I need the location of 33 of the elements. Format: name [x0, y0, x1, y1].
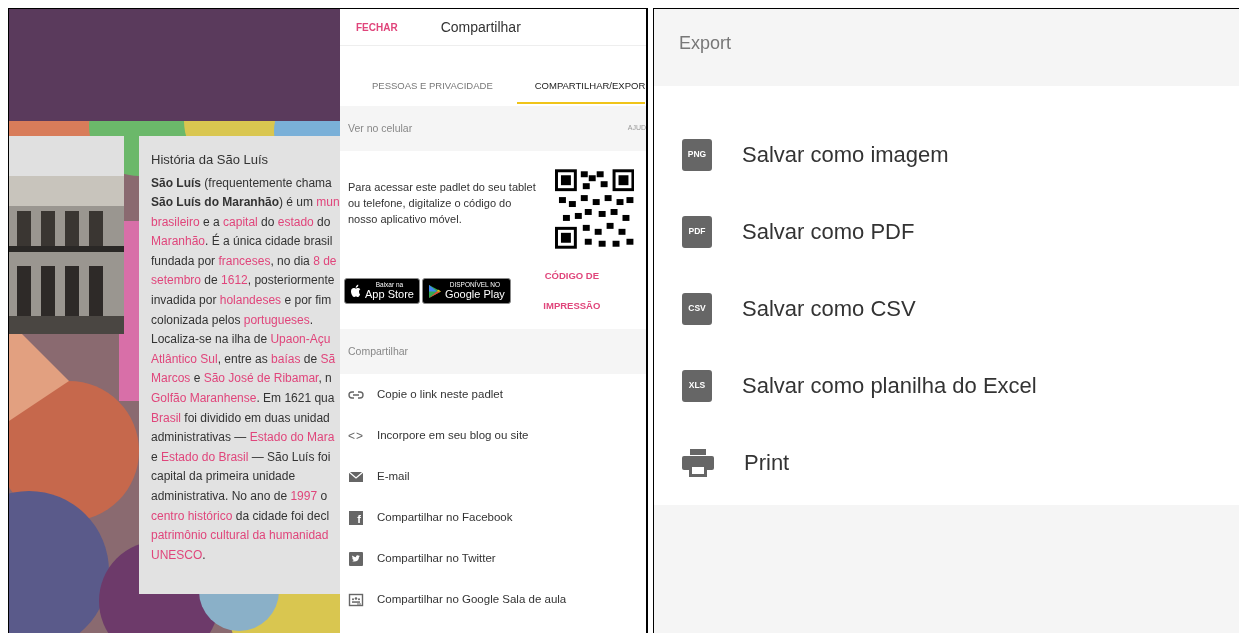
apple-icon — [350, 284, 362, 298]
print-code-link[interactable]: CÓDIGO DE IMPRESSÃO — [530, 261, 613, 321]
share-option[interactable]: f Compartilhar no Facebook — [340, 497, 646, 538]
close-button[interactable]: FECHAR — [356, 19, 398, 35]
instruction-text: Para acessar este padlet do seu tablet ou telefone, digitalize o código do nosso aplicativo móvel. — [348, 180, 537, 227]
share-option[interactable]: Compartilhar no Twitter — [340, 538, 646, 579]
share-option[interactable]: Compartilhar no Google Sala de aula — [340, 579, 646, 620]
tab[interactable]: PESSOAS E PRIVACIDADE — [372, 70, 505, 104]
play-icon — [427, 283, 442, 299]
share-option[interactable]: E-mail — [340, 456, 646, 497]
share-option[interactable]: Copie o link neste padlet — [340, 374, 646, 415]
panel-title: Compartilhar — [440, 17, 521, 37]
facebook-icon: f — [349, 510, 363, 525]
file-icon: CSV — [682, 292, 712, 325]
export-option[interactable]: CSV Salvar como CSV — [654, 270, 1239, 347]
twitter-icon — [348, 550, 364, 567]
tab[interactable]: COMPARTILHAR/EXPOR — [516, 70, 646, 104]
export-option[interactable]: PDF Salvar como PDF — [654, 193, 1239, 270]
file-icon: XLS — [682, 369, 712, 402]
export-option[interactable]: PNG Salvar como imagem — [654, 116, 1239, 193]
section-title: Compartilhar — [348, 343, 409, 359]
share-option[interactable]: <> Incorpore em seu blog ou site — [340, 415, 646, 456]
badge-label: Google Play — [444, 288, 505, 300]
code-icon: <> — [348, 426, 364, 445]
badge-label: App Store — [365, 288, 414, 300]
file-icon: PNG — [682, 138, 712, 171]
export-option[interactable]: Print — [654, 424, 1239, 501]
section-title: Ver no celular — [348, 120, 413, 136]
printer-icon — [682, 447, 714, 478]
export-option[interactable]: XLS Salvar como planilha do Excel — [654, 347, 1239, 424]
classroom-icon — [348, 591, 364, 608]
panel-title: Export — [679, 32, 732, 55]
file-icon: PDF — [682, 215, 712, 248]
